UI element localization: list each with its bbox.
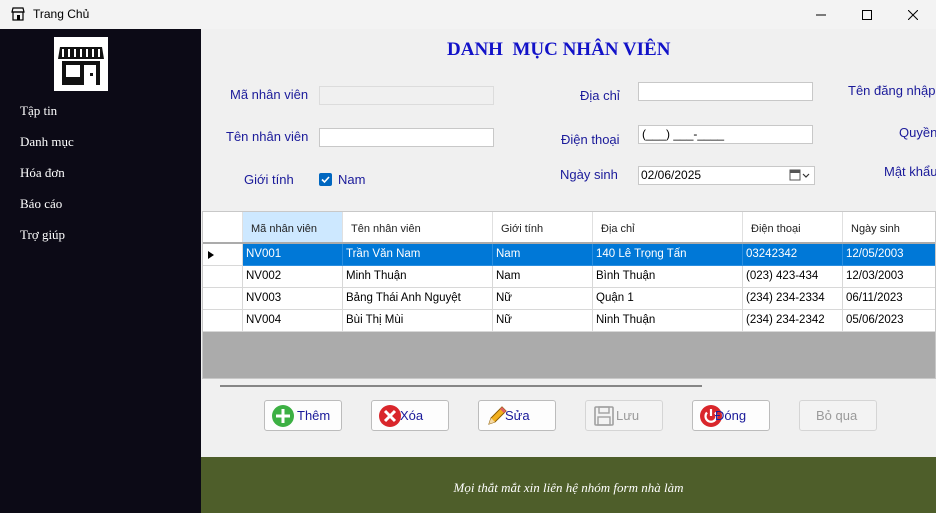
cell-dia-chi[interactable]: Ninh Thuận — [593, 310, 743, 332]
window-title: Trang Chủ — [33, 7, 90, 21]
row-header[interactable] — [203, 310, 243, 332]
col-header-ma-nv[interactable]: Mã nhân viên — [243, 212, 343, 242]
row-header[interactable] — [203, 244, 243, 266]
checkmark-icon — [321, 176, 330, 184]
bo-qua-label: Bỏ qua — [816, 408, 858, 423]
gioi-tinh-label: Giới tính — [244, 172, 294, 187]
footer-bar: Mọi thắt mắt xin liên hệ nhóm form nhà l… — [201, 457, 936, 513]
table-row[interactable]: NV002 Minh Thuận Nam Bình Thuận (023) 42… — [203, 266, 935, 288]
dia-chi-label: Địa chỉ — [580, 88, 620, 103]
employee-grid[interactable]: Mã nhân viên Tên nhân viên Giới tính Địa… — [202, 211, 936, 379]
menu-bao-cao[interactable]: Báo cáo — [20, 196, 62, 212]
cell-dien-thoai[interactable]: (234) 234-2334 — [743, 288, 843, 310]
maximize-icon — [862, 9, 872, 20]
ten-nv-label: Tên nhân viên — [226, 129, 309, 144]
col-header-gioi-tinh[interactable]: Giới tính — [493, 212, 593, 242]
table-row[interactable]: NV001 Trần Văn Nam Nam 140 Lê Trọng Tấn … — [203, 244, 935, 266]
page-title: DANH MỤC NHÂN VIÊN — [447, 39, 671, 60]
col-header-ten-nv[interactable]: Tên nhân viên — [343, 212, 493, 242]
table-row[interactable]: NV004 Bùi Thị Mùi Nữ Ninh Thuận (234) 23… — [203, 310, 935, 332]
cell-ngay-sinh[interactable]: 12/05/2003 — [843, 244, 935, 266]
bo-qua-button[interactable]: Bỏ qua — [799, 400, 877, 431]
ngay-sinh-label: Ngày sinh — [560, 167, 618, 182]
quyen-label: Quyền — [899, 125, 936, 140]
them-label: Thêm — [297, 408, 331, 423]
calendar-dropdown-icon[interactable] — [789, 169, 811, 182]
cell-gioi-tinh[interactable]: Nữ — [493, 288, 593, 310]
row-header[interactable] — [203, 266, 243, 288]
store-icon — [11, 7, 25, 21]
sua-button[interactable]: Sửa — [478, 400, 556, 431]
mat-khau-label: Mật khẩu — [884, 164, 936, 179]
add-icon — [272, 405, 294, 427]
cell-dien-thoai[interactable]: (023) 423-434 — [743, 266, 843, 288]
gioi-tinh-checkbox[interactable] — [319, 173, 332, 186]
ma-nv-label: Mã nhân viên — [230, 87, 309, 102]
table-row[interactable]: NV003 Bảng Thái Anh Nguyệt Nữ Quận 1 (23… — [203, 288, 935, 310]
dong-label: Đóng — [715, 408, 747, 423]
luu-label: Lưu — [616, 408, 640, 423]
minimize-button[interactable] — [798, 0, 844, 29]
main-panel: DANH MỤC NHÂN VIÊN Mã nhân viên Tên nhân… — [201, 29, 936, 513]
col-header-dia-chi[interactable]: Địa chỉ — [593, 212, 743, 242]
grid-horizontal-scrollbar[interactable] — [202, 379, 936, 393]
cell-ma-nv[interactable]: NV001 — [243, 244, 343, 266]
row-header[interactable] — [203, 288, 243, 310]
menu-hoa-don[interactable]: Hóa đơn — [20, 165, 65, 181]
xoa-label: Xóa — [400, 408, 424, 423]
ten-nv-field[interactable] — [319, 128, 494, 147]
cell-ma-nv[interactable]: NV004 — [243, 310, 343, 332]
footer-text: Mọi thắt mắt xin liên hệ nhóm form nhà l… — [453, 480, 684, 495]
delete-icon — [379, 405, 401, 427]
dien-thoai-label: Điện thoại — [561, 132, 620, 147]
ngay-sinh-datepicker[interactable]: 02/06/2025 — [638, 166, 815, 185]
store-logo — [54, 37, 108, 91]
xoa-button[interactable]: Xóa — [371, 400, 449, 431]
cell-ma-nv[interactable]: NV002 — [243, 266, 343, 288]
close-icon — [908, 9, 918, 20]
minimize-icon — [816, 14, 826, 15]
menu-danh-muc[interactable]: Danh mục — [20, 134, 74, 150]
close-button[interactable] — [890, 0, 936, 29]
cell-ten-nv[interactable]: Minh Thuận — [343, 266, 493, 288]
dien-thoai-field[interactable]: (___) ___-____ — [638, 125, 813, 144]
ma-nv-field[interactable] — [319, 86, 494, 105]
sidebar: Tập tin Danh mục Hóa đơn Báo cáo Trợ giú… — [0, 29, 201, 513]
grid-corner-header — [203, 212, 243, 242]
row-pointer-icon — [208, 251, 214, 259]
save-icon — [594, 406, 614, 426]
dia-chi-field[interactable] — [638, 82, 813, 101]
dong-button[interactable]: Đóng — [692, 400, 770, 431]
gioi-tinh-option-label[interactable]: Nam — [338, 172, 365, 187]
cell-ma-nv[interactable]: NV003 — [243, 288, 343, 310]
menu-tro-giup[interactable]: Trợ giúp — [20, 227, 65, 243]
ngay-sinh-value: 02/06/2025 — [641, 168, 702, 182]
cell-dia-chi[interactable]: Quận 1 — [593, 288, 743, 310]
cell-gioi-tinh[interactable]: Nam — [493, 266, 593, 288]
cell-dien-thoai[interactable]: (234) 234-2342 — [743, 310, 843, 332]
col-header-ngay-sinh[interactable]: Ngày sinh — [843, 212, 935, 242]
cell-ten-nv[interactable]: Bảng Thái Anh Nguyệt — [343, 288, 493, 310]
cell-dien-thoai[interactable]: 03242342 — [743, 244, 843, 266]
cell-ten-nv[interactable]: Trần Văn Nam — [343, 244, 493, 266]
cell-ngay-sinh[interactable]: 06/11/2023 — [843, 288, 935, 310]
store-logo-icon — [58, 47, 104, 85]
cell-gioi-tinh[interactable]: Nữ — [493, 310, 593, 332]
luu-button[interactable]: Lưu — [585, 400, 663, 431]
cell-ngay-sinh[interactable]: 12/03/2003 — [843, 266, 935, 288]
them-button[interactable]: Thêm — [264, 400, 342, 431]
ten-dang-nhap-label: Tên đăng nhập — [848, 83, 936, 98]
cell-dia-chi[interactable]: Bình Thuận — [593, 266, 743, 288]
sua-label: Sửa — [505, 408, 530, 423]
menu-tap-tin[interactable]: Tập tin — [20, 103, 57, 119]
maximize-button[interactable] — [844, 0, 890, 29]
cell-gioi-tinh[interactable]: Nam — [493, 244, 593, 266]
title-bar: Trang Chủ — [0, 0, 936, 29]
cell-ten-nv[interactable]: Bùi Thị Mùi — [343, 310, 493, 332]
scrollbar-thumb[interactable] — [220, 385, 702, 387]
cell-ngay-sinh[interactable]: 05/06/2023 — [843, 310, 935, 332]
cell-dia-chi[interactable]: 140 Lê Trọng Tấn — [593, 244, 743, 266]
col-header-dien-thoai[interactable]: Điện thoại — [743, 212, 843, 242]
